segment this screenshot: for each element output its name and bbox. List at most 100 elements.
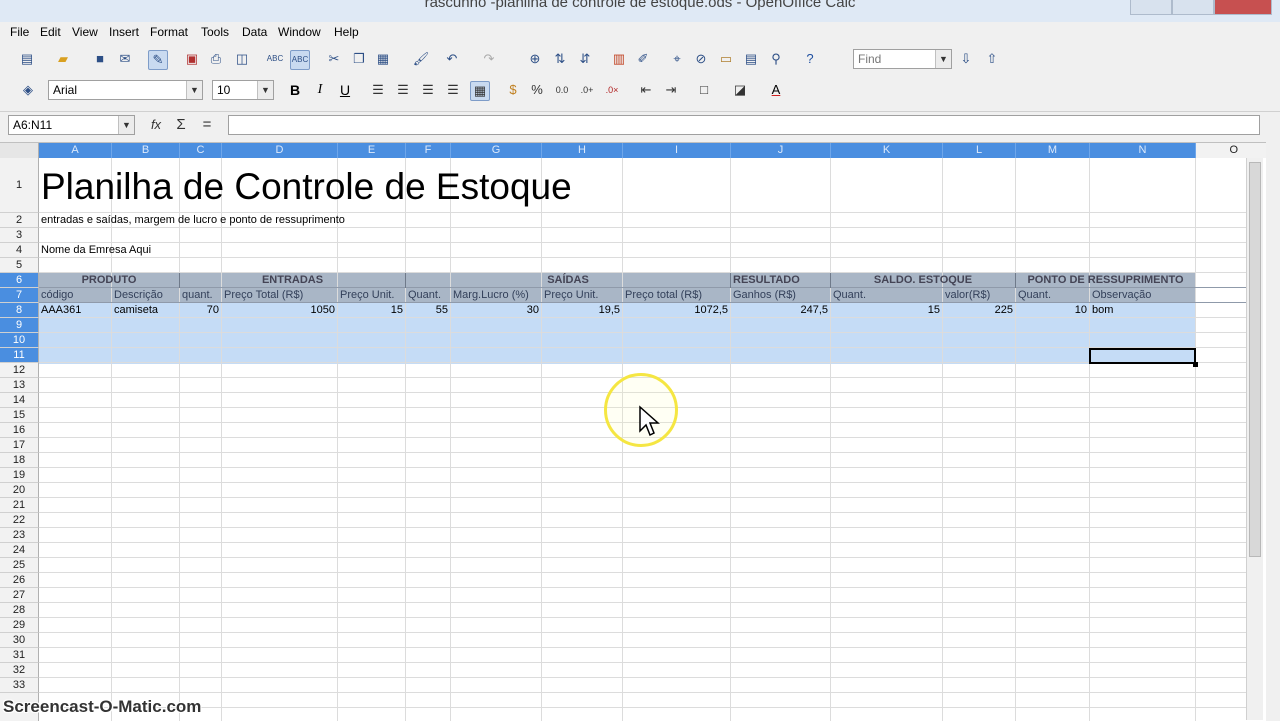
column-header-d[interactable]: D bbox=[222, 143, 338, 158]
save-icon[interactable]: ■ bbox=[91, 50, 109, 68]
row-header-11[interactable]: 11 bbox=[0, 348, 39, 363]
cell-i8[interactable]: 1072,5 bbox=[623, 303, 728, 318]
row-header-14[interactable]: 14 bbox=[0, 393, 39, 408]
cell-e8[interactable]: 15 bbox=[338, 303, 403, 318]
cell-h8[interactable]: 19,5 bbox=[542, 303, 620, 318]
cell-b8[interactable]: camiseta bbox=[114, 303, 158, 318]
row-header-9[interactable]: 9 bbox=[0, 318, 39, 333]
chevron-down-icon[interactable]: ▼ bbox=[257, 81, 273, 99]
borders-icon[interactable]: □ bbox=[695, 81, 713, 99]
gallery-icon[interactable]: ▭ bbox=[717, 50, 735, 68]
row-header-13[interactable]: 13 bbox=[0, 378, 39, 393]
column-header-f[interactable]: F bbox=[406, 143, 451, 158]
redo-icon[interactable]: ↷ bbox=[480, 50, 498, 68]
minimize-button[interactable] bbox=[1130, 0, 1172, 15]
row-header-29[interactable]: 29 bbox=[0, 618, 39, 633]
select-all-corner[interactable] bbox=[0, 143, 39, 158]
column-header-o[interactable]: O bbox=[1196, 143, 1266, 158]
row-header-30[interactable]: 30 bbox=[0, 633, 39, 648]
row-header-20[interactable]: 20 bbox=[0, 483, 39, 498]
vertical-scrollbar[interactable] bbox=[1246, 158, 1263, 720]
cut-icon[interactable]: ✂ bbox=[325, 50, 343, 68]
cell-k8[interactable]: 15 bbox=[831, 303, 940, 318]
menu-file[interactable]: File bbox=[10, 25, 29, 39]
increase-indent-icon[interactable]: ⇥ bbox=[662, 81, 680, 99]
font-name-select[interactable]: Arial ▼ bbox=[48, 80, 203, 100]
bold-button[interactable]: B bbox=[286, 81, 304, 99]
scrollbar-thumb[interactable] bbox=[1249, 162, 1261, 557]
formula-input[interactable] bbox=[228, 115, 1260, 135]
menu-help[interactable]: Help bbox=[334, 25, 359, 39]
row-header-22[interactable]: 22 bbox=[0, 513, 39, 528]
column-header-a[interactable]: A bbox=[39, 143, 112, 158]
row-header-15[interactable]: 15 bbox=[0, 408, 39, 423]
font-size-select[interactable]: 10 ▼ bbox=[212, 80, 274, 100]
row-header-28[interactable]: 28 bbox=[0, 603, 39, 618]
cell-f8[interactable]: 55 bbox=[406, 303, 448, 318]
currency-format-icon[interactable]: $ bbox=[504, 81, 522, 99]
function-wizard-icon[interactable]: fx bbox=[147, 116, 165, 134]
row-header-6[interactable]: 6 bbox=[0, 273, 39, 288]
merge-cells-icon[interactable]: ▦ bbox=[470, 81, 490, 101]
standard-format-icon[interactable]: 0.0 bbox=[553, 81, 571, 99]
cell-a8[interactable]: AAA361 bbox=[41, 303, 81, 318]
cell-c8[interactable]: 70 bbox=[180, 303, 219, 318]
row-header-33[interactable]: 33 bbox=[0, 678, 39, 693]
row-header-7[interactable]: 7 bbox=[0, 288, 39, 303]
copy-icon[interactable]: ❐ bbox=[350, 50, 368, 68]
percent-format-icon[interactable]: % bbox=[528, 81, 546, 99]
maximize-button[interactable] bbox=[1172, 0, 1214, 15]
active-cell-cursor[interactable] bbox=[1089, 348, 1196, 364]
edit-file-icon[interactable]: ✎ bbox=[148, 50, 168, 70]
cell-j8[interactable]: 247,5 bbox=[731, 303, 828, 318]
cell-g8[interactable]: 30 bbox=[451, 303, 539, 318]
cell-d8[interactable]: 1050 bbox=[222, 303, 335, 318]
row-header-18[interactable]: 18 bbox=[0, 453, 39, 468]
format-paintbrush-icon[interactable]: 🖌 bbox=[412, 50, 430, 68]
column-header-h[interactable]: H bbox=[542, 143, 623, 158]
draw-functions-icon[interactable]: ✐ bbox=[634, 50, 652, 68]
row-header-26[interactable]: 26 bbox=[0, 573, 39, 588]
print-icon[interactable]: ⎙ bbox=[207, 50, 225, 68]
function-icon[interactable]: = bbox=[198, 116, 216, 134]
column-header-b[interactable]: B bbox=[112, 143, 180, 158]
sort-ascending-icon[interactable]: ⇅ bbox=[551, 50, 569, 68]
find-input[interactable]: Find ▼ bbox=[853, 49, 952, 69]
decrease-indent-icon[interactable]: ⇤ bbox=[637, 81, 655, 99]
row-header-1[interactable]: 1 bbox=[0, 158, 39, 213]
column-header-m[interactable]: M bbox=[1016, 143, 1090, 158]
fill-handle[interactable] bbox=[1193, 362, 1198, 367]
row-header-19[interactable]: 19 bbox=[0, 468, 39, 483]
justify-icon[interactable]: ☰ bbox=[444, 81, 462, 99]
row-header-10[interactable]: 10 bbox=[0, 333, 39, 348]
delete-decimal-icon[interactable]: .0× bbox=[603, 81, 621, 99]
sum-icon[interactable]: Σ bbox=[172, 116, 190, 134]
styles-formatting-icon[interactable]: ◈ bbox=[19, 81, 37, 99]
cell-l8[interactable]: 225 bbox=[943, 303, 1013, 318]
column-header-k[interactable]: K bbox=[831, 143, 943, 158]
hyperlink-icon[interactable]: ⊕ bbox=[526, 50, 544, 68]
row-header-5[interactable]: 5 bbox=[0, 258, 39, 273]
autospellcheck-icon[interactable]: ABC bbox=[290, 50, 310, 70]
find-previous-icon[interactable]: ⇧ bbox=[983, 50, 1001, 68]
chevron-down-icon[interactable]: ▼ bbox=[186, 81, 202, 99]
page-preview-icon[interactable]: ◫ bbox=[233, 50, 251, 68]
underline-button[interactable]: U bbox=[336, 81, 354, 99]
cell-n8[interactable]: bom bbox=[1092, 303, 1113, 318]
column-header-g[interactable]: G bbox=[451, 143, 542, 158]
email-icon[interactable]: ✉ bbox=[116, 50, 134, 68]
sort-descending-icon[interactable]: ⇵ bbox=[576, 50, 594, 68]
undo-icon[interactable]: ↶ bbox=[443, 50, 461, 68]
menu-insert[interactable]: Insert bbox=[109, 25, 139, 39]
help-icon[interactable]: ? bbox=[801, 50, 819, 68]
row-header-25[interactable]: 25 bbox=[0, 558, 39, 573]
menu-view[interactable]: View bbox=[72, 25, 98, 39]
font-color-icon[interactable]: A bbox=[767, 81, 785, 99]
row-header-17[interactable]: 17 bbox=[0, 438, 39, 453]
align-center-icon[interactable]: ☰ bbox=[394, 81, 412, 99]
row-header-24[interactable]: 24 bbox=[0, 543, 39, 558]
spellcheck-icon[interactable]: ABC bbox=[266, 50, 284, 68]
paste-icon[interactable]: ▦ bbox=[374, 50, 392, 68]
row-header-8[interactable]: 8 bbox=[0, 303, 39, 318]
column-header-n[interactable]: N bbox=[1090, 143, 1196, 158]
